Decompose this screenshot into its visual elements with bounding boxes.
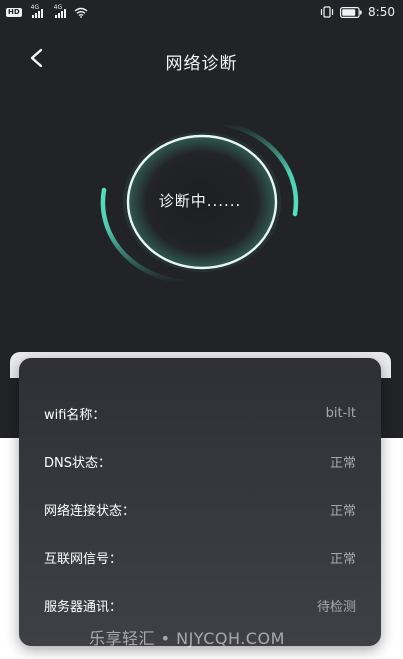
info-row-dns-status: DNS状态： 正常 [19, 448, 381, 474]
watermark: 乐享轻汇 • NJYCQH.COM [89, 629, 285, 648]
hd-badge: HD [6, 7, 22, 17]
network-type-label: 4G [53, 3, 63, 11]
page-title: 网络诊断 [165, 54, 238, 74]
signal-icon: 4G [30, 3, 43, 18]
info-row-connection-status: 网络连接状态： 正常 [19, 496, 381, 522]
info-value: 待检测 [316, 599, 356, 615]
info-value: 正常 [329, 503, 356, 519]
app-screen: HD 4G 4G 8:50 网络诊断 诊断中...... wifi名称： bit… [0, 0, 403, 659]
diagnosis-info-card: wifi名称： bit-lt DNS状态： 正常 网络连接状态： 正常 互联网信… [19, 358, 381, 646]
info-row-wifi-name: wifi名称： bit-lt [19, 400, 381, 426]
info-value: bit-lt [325, 405, 356, 421]
vibrate-icon [320, 6, 334, 18]
info-row-internet-signal: 互联网信号： 正常 [19, 544, 381, 570]
info-label: 网络连接状态： [44, 503, 136, 519]
info-label: wifi名称： [44, 407, 106, 423]
diagnosis-status-text: 诊断中...... [158, 192, 242, 210]
info-value: 正常 [329, 455, 356, 471]
info-label: 互联网信号： [44, 551, 123, 567]
network-type-label: 4G [30, 3, 40, 11]
status-time: 8:50 [368, 5, 395, 19]
battery-icon [340, 6, 362, 18]
info-label: DNS状态： [44, 455, 111, 471]
info-value: 正常 [329, 551, 356, 567]
status-bar: HD 4G 4G 8:50 [0, 0, 403, 24]
signal-icon: 4G [53, 3, 66, 18]
info-label: 服务器通讯： [44, 599, 123, 615]
info-row-server-communication: 服务器通讯： 待检测 [19, 592, 381, 618]
wifi-icon [74, 7, 88, 18]
